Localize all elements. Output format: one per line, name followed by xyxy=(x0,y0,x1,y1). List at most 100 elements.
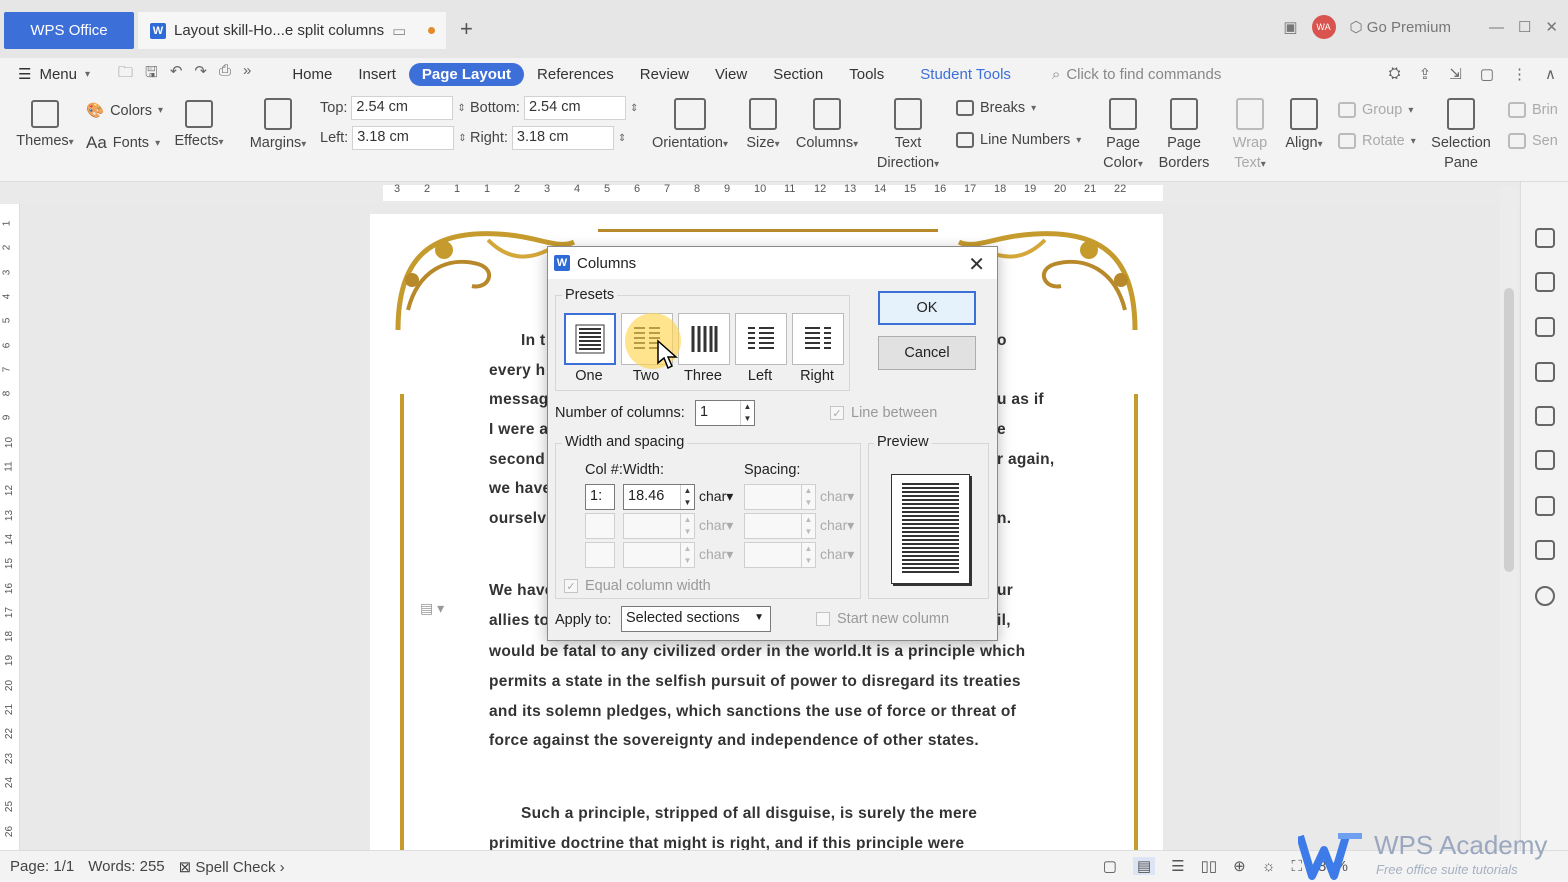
page-borders-button[interactable]: Page Borders xyxy=(1158,98,1210,173)
width-unit-dropdown[interactable]: char▾ xyxy=(699,488,733,505)
export-icon[interactable]: ⇲ xyxy=(1449,65,1462,83)
margins-button[interactable]: Margins▾ xyxy=(246,98,310,154)
maximize-icon[interactable]: ☐ xyxy=(1518,18,1531,36)
wrap-text-button[interactable]: Wrap Text▾ xyxy=(1228,98,1272,173)
list-icon[interactable] xyxy=(1535,540,1555,560)
more-icon[interactable]: » xyxy=(243,62,251,87)
close-icon[interactable]: ✕ xyxy=(968,252,985,277)
bottom-margin-input[interactable]: 2.54 cm xyxy=(523,96,626,120)
line-between-checkbox[interactable]: ✓ Line between xyxy=(830,405,937,421)
scrollbar-thumb[interactable] xyxy=(1504,288,1514,572)
tab-student-tools[interactable]: Student Tools xyxy=(907,63,1024,86)
edit-pen-icon[interactable] xyxy=(1535,228,1555,248)
new-tab-plus-icon[interactable]: + xyxy=(460,16,473,42)
find-commands-search[interactable]: ⌕ Click to find commands xyxy=(1052,66,1221,83)
tab-insert[interactable]: Insert xyxy=(345,63,409,86)
spin-icon[interactable]: ⇕ xyxy=(630,103,638,114)
equal-column-width-checkbox[interactable]: ✓ Equal column width xyxy=(564,578,711,594)
group-button[interactable]: Group ▾ xyxy=(1338,102,1413,118)
screen-icon[interactable]: ▭ xyxy=(392,22,406,40)
bring-forward-button[interactable]: Brin xyxy=(1508,102,1558,118)
signature-icon[interactable] xyxy=(1535,362,1555,382)
text-direction-button[interactable]: Text Direction▾ xyxy=(872,98,944,173)
page-view-icon[interactable]: ▤ xyxy=(1132,857,1156,875)
close-window-icon[interactable]: ✕ xyxy=(1545,18,1558,36)
page-color-button[interactable]: Page Color▾ xyxy=(1098,98,1148,173)
left-margin-field[interactable]: Left: 3.18 cm ⇕ xyxy=(320,126,467,150)
upload-icon[interactable]: ⇪ xyxy=(1419,65,1432,83)
open-folder-icon[interactable]: 🗀 xyxy=(118,62,133,87)
spin-arrows-icon[interactable]: ▲ ▼ xyxy=(740,401,754,425)
rotate-button[interactable]: Rotate ▾ xyxy=(1338,133,1416,149)
preset-one[interactable] xyxy=(564,313,616,365)
help-icon[interactable] xyxy=(1535,586,1555,606)
print-icon[interactable]: ⎙ xyxy=(219,62,231,87)
tab-review[interactable]: Review xyxy=(627,63,702,86)
comment-icon[interactable]: ▢ xyxy=(1480,65,1494,83)
outline-view-icon[interactable]: ☰ xyxy=(1171,857,1184,875)
tab-page-layout[interactable]: Page Layout xyxy=(408,62,525,86)
minimize-icon[interactable]: — xyxy=(1489,19,1504,36)
fonts-button[interactable]: Aa Fonts ▾ xyxy=(86,133,160,153)
save-icon[interactable]: 🖫 xyxy=(145,62,158,87)
dialog-title-bar[interactable]: W Columns ✕ xyxy=(548,247,997,279)
spell-check-button[interactable]: ⊠ Spell Check › xyxy=(179,858,285,876)
preset-three[interactable] xyxy=(678,313,730,365)
reading-view-icon[interactable]: ▯▯ xyxy=(1201,857,1218,875)
redo-icon[interactable]: ↷ xyxy=(194,62,207,87)
apply-to-select[interactable]: Selected sections ▼ xyxy=(621,606,771,632)
settings-sliders-icon[interactable] xyxy=(1535,450,1555,470)
right-margin-field[interactable]: Right: 3.18 cm ⇕ xyxy=(470,126,626,150)
spin-icon[interactable]: ⇕ xyxy=(457,103,465,114)
horizontal-ruler[interactable]: 3 2 1 1 2 3 4 5 6 7 8 9 10 11 12 13 14 15 16 17 18 19 20 21 22 xyxy=(0,182,1520,204)
align-button[interactable]: Align▾ xyxy=(1280,98,1328,154)
right-margin-input[interactable]: 3.18 cm xyxy=(511,126,614,150)
page-count[interactable]: Page: 1/1 xyxy=(10,858,74,875)
web-view-icon[interactable]: ⊕ xyxy=(1233,857,1246,875)
preset-left[interactable] xyxy=(735,313,787,365)
start-new-column-checkbox[interactable]: Start new column xyxy=(816,611,949,627)
columns-button[interactable]: Columns▾ xyxy=(792,98,862,154)
avatar[interactable]: WA xyxy=(1311,15,1336,39)
history-icon[interactable] xyxy=(1535,496,1555,516)
more-vertical-icon[interactable]: ⋮ xyxy=(1512,65,1527,83)
left-margin-input[interactable]: 3.18 cm xyxy=(352,126,455,150)
eye-protection-icon[interactable]: ☼ xyxy=(1262,858,1276,875)
preset-right[interactable] xyxy=(792,313,844,365)
go-premium-button[interactable]: ⬡ Go Premium xyxy=(1350,18,1451,36)
number-of-columns-input[interactable]: 1 ▲ ▼ xyxy=(695,400,755,426)
select-cursor-icon[interactable] xyxy=(1535,272,1555,292)
undo-icon[interactable]: ↶ xyxy=(170,62,183,87)
focus-icon[interactable]: ▢ xyxy=(1103,857,1117,875)
document-tab[interactable]: W Layout skill-Ho...e split columns ▭ xyxy=(138,12,446,49)
collapse-ribbon-icon[interactable]: ∧ xyxy=(1545,65,1556,83)
cancel-button[interactable]: Cancel xyxy=(878,336,976,370)
word-count[interactable]: Words: 255 xyxy=(88,858,164,875)
vertical-ruler[interactable]: 1 2 3 4 5 6 7 8 9 10 11 12 13 14 15 16 17 18 19 20 21 22 23 24 2… xyxy=(0,204,20,850)
breaks-button[interactable]: Breaks ▾ xyxy=(956,100,1036,116)
col-1-width-input[interactable]: 18.46 ▲ ▼ xyxy=(623,484,695,510)
send-backward-button[interactable]: Sen xyxy=(1508,133,1558,149)
line-numbers-button[interactable]: Line Numbers ▾ xyxy=(956,132,1081,148)
tab-section[interactable]: Section xyxy=(760,63,836,86)
vertical-scrollbar[interactable] xyxy=(1500,186,1518,850)
code-icon[interactable] xyxy=(1535,406,1555,426)
top-margin-field[interactable]: Top: 2.54 cm ⇕ xyxy=(320,96,466,120)
themes-button[interactable]: Themes▾ xyxy=(14,100,76,152)
tab-view[interactable]: View xyxy=(702,63,760,86)
menu-button[interactable]: ☰ Menu ▾ xyxy=(18,65,90,84)
top-margin-input[interactable]: 2.54 cm xyxy=(351,96,454,120)
effects-button[interactable]: Effects▾ xyxy=(170,100,228,152)
tab-references[interactable]: References xyxy=(524,63,627,86)
tab-home[interactable]: Home xyxy=(279,63,345,86)
share-user-icon[interactable]: ⛭ xyxy=(1389,65,1401,83)
tab-tools[interactable]: Tools xyxy=(836,63,897,86)
spin-icon[interactable]: ⇕ xyxy=(458,133,466,144)
selection-pane-button[interactable]: Selection Pane xyxy=(1428,98,1494,173)
spin-arrows-icon[interactable]: ▲ ▼ xyxy=(680,485,694,509)
wps-office-tab[interactable]: WPS Office xyxy=(4,12,134,49)
colors-button[interactable]: 🎨 Colors ▾ xyxy=(86,102,163,120)
tab-count-icon[interactable]: ▣ xyxy=(1283,18,1297,36)
bottom-margin-field[interactable]: Bottom: 2.54 cm ⇕ xyxy=(470,96,638,120)
ok-button[interactable]: OK xyxy=(878,291,976,325)
